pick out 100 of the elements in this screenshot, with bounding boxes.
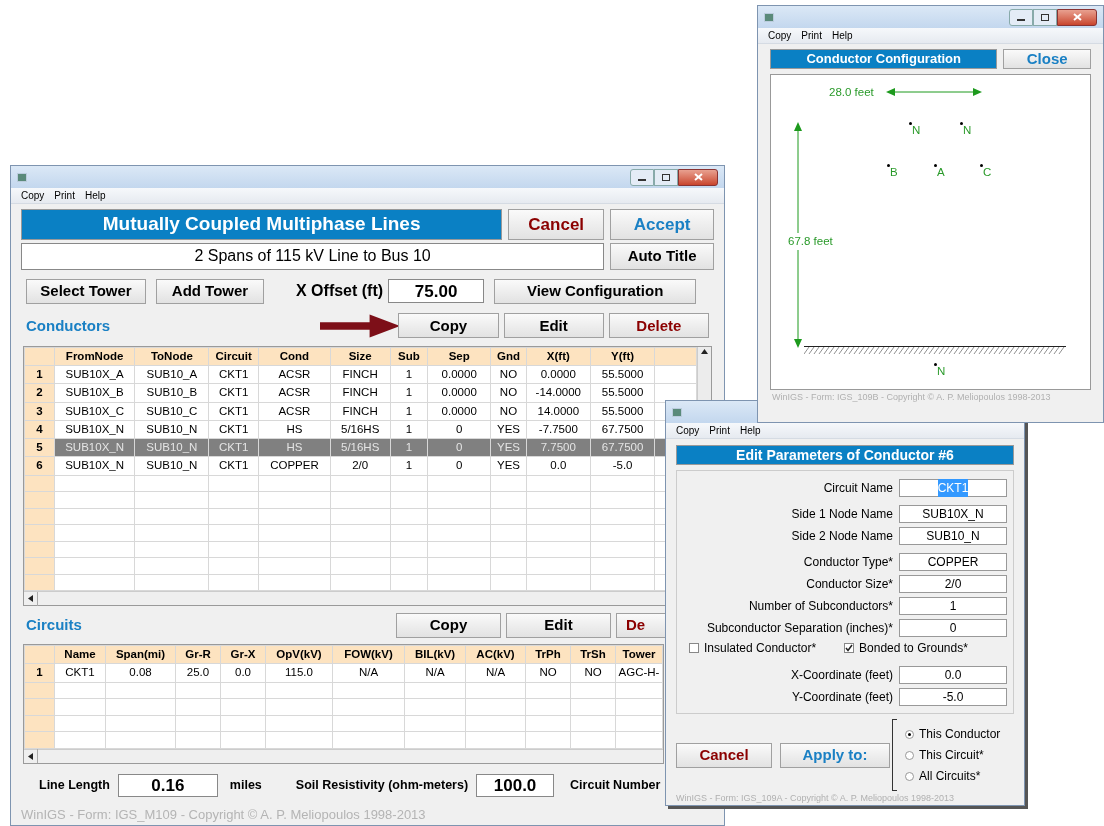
field-label: Side 2 Node Name xyxy=(791,527,893,545)
table-row[interactable]: 1 CKT1 0.08 25.0 0.0 115.0 N/A N/A N/A NO NO AGC-H- xyxy=(24,663,663,682)
column-header[interactable]: Size xyxy=(330,347,391,366)
bracket-drawing xyxy=(892,719,897,791)
conductor-label: N xyxy=(963,125,972,137)
input-field[interactable]: 1 xyxy=(899,596,1007,615)
table-cell: -5.0 xyxy=(590,456,655,476)
input-field[interactable]: COPPER xyxy=(899,552,1007,571)
input-field[interactable]: SUB10X_N xyxy=(899,504,1007,523)
menu-item[interactable]: Print xyxy=(709,423,730,438)
column-header[interactable]: FromNode xyxy=(54,347,135,366)
column-header[interactable]: TrPh xyxy=(525,645,571,664)
menu-item[interactable]: Copy xyxy=(676,423,700,438)
table-cell: CKT1 xyxy=(208,383,259,403)
table-action-button[interactable]: Delete xyxy=(608,313,709,339)
column-header[interactable]: Tower xyxy=(615,645,663,664)
cancel-button[interactable]: Cancel xyxy=(508,209,605,240)
menu-item[interactable]: Copy xyxy=(21,188,45,203)
table-cell: ACSR xyxy=(258,402,331,421)
column-header[interactable]: FOW(kV) xyxy=(332,645,405,664)
column-header[interactable]: Gr-X xyxy=(220,645,266,664)
table-cell: 55.5000 xyxy=(590,402,655,421)
x-offset-field[interactable]: 75.00 xyxy=(388,279,485,304)
column-header[interactable]: Cond xyxy=(258,347,331,366)
scroll-left-icon xyxy=(28,752,33,760)
radio-button[interactable] xyxy=(905,729,914,739)
table-cell: SUB10X_N xyxy=(54,420,135,439)
checkbox[interactable] xyxy=(689,643,699,653)
input-field[interactable]: 0 xyxy=(899,618,1007,637)
add-tower-button[interactable]: Add Tower xyxy=(156,278,264,304)
column-header[interactable]: OpV(kV) xyxy=(265,645,333,664)
checkbox-label: Bonded to Grounds* xyxy=(859,640,968,657)
soil-resistivity-field[interactable]: 100.0 xyxy=(476,774,555,797)
table-cell: 0 xyxy=(427,420,491,439)
input-field[interactable]: 0.0 xyxy=(899,665,1007,684)
close-button[interactable] xyxy=(1057,8,1097,26)
form-title: Edit Parameters of Conductor #6 xyxy=(676,445,1014,465)
checkbox[interactable] xyxy=(844,643,855,653)
input-field[interactable]: 2/0 xyxy=(899,574,1007,593)
table-cell: CKT1 xyxy=(54,663,106,682)
column-header[interactable]: Sep xyxy=(427,347,491,366)
table-cell: 55.5000 xyxy=(590,365,655,384)
minimize-button[interactable] xyxy=(630,168,654,186)
column-header[interactable]: BIL(kV) xyxy=(404,645,466,664)
cancel-button[interactable]: Cancel xyxy=(676,742,772,768)
apply-button[interactable]: Apply to: xyxy=(780,742,890,768)
table-cell: YES xyxy=(490,420,527,439)
input-field[interactable]: -5.0 xyxy=(899,687,1007,706)
close-window-button[interactable]: Close xyxy=(1003,49,1091,69)
column-header[interactable]: Y(ft) xyxy=(590,347,655,366)
accept-button[interactable]: Accept xyxy=(610,209,714,240)
menu-item[interactable]: Help xyxy=(739,423,761,438)
table-cell: 1 xyxy=(390,365,428,384)
table-action-button[interactable]: Edit xyxy=(503,313,604,339)
table-cell: YES xyxy=(490,456,527,476)
radio-button[interactable] xyxy=(905,771,914,781)
field-value: 0 xyxy=(949,619,957,637)
unit-label: miles xyxy=(229,777,262,795)
menu-item[interactable]: Copy xyxy=(768,28,792,43)
column-header[interactable]: Gr-R xyxy=(175,645,221,664)
input-field[interactable]: SUB10_N xyxy=(899,526,1007,545)
menu-item[interactable]: Print xyxy=(54,188,75,203)
column-header[interactable]: Circuit xyxy=(208,347,259,366)
menu-item[interactable]: Help xyxy=(831,28,853,43)
conductor-label: B xyxy=(890,167,898,179)
close-button[interactable] xyxy=(678,168,718,186)
table-cell: NO xyxy=(490,383,527,403)
maximize-button[interactable] xyxy=(654,168,678,186)
title-field[interactable]: 2 Spans of 115 kV Line to Bus 10 xyxy=(21,242,605,270)
table-row[interactable]: 1 SUB10X_A SUB10_A CKT1 ACSR FINCH 1 0.0000 NO 0.0000 55.5000 xyxy=(24,365,697,384)
table-row[interactable]: 2 SUB10X_B SUB10_B CKT1 ACSR FINCH 1 0.0000 NO -14.0000 55.5000 xyxy=(24,383,697,403)
table-cell: NO xyxy=(525,663,571,682)
auto-title-button[interactable]: Auto Title xyxy=(610,242,714,270)
section-heading: Circuits xyxy=(26,614,82,635)
menu-item[interactable]: Help xyxy=(84,188,106,203)
table-cell: 1 xyxy=(390,383,428,403)
select-tower-button[interactable]: Select Tower xyxy=(26,278,146,304)
column-header[interactable]: Name xyxy=(54,645,106,664)
line-length-field[interactable]: 0.16 xyxy=(117,774,218,797)
column-header[interactable]: Gnd xyxy=(490,347,527,366)
maximize-icon xyxy=(662,173,670,181)
table-cell: NO xyxy=(490,365,527,384)
column-header[interactable]: TrSh xyxy=(570,645,616,664)
table-action-button[interactable]: Copy xyxy=(396,612,501,638)
field-label: Subconductor Separation (inches)* xyxy=(706,619,893,637)
column-header[interactable]: ToNode xyxy=(135,347,209,366)
column-header[interactable]: AC(kV) xyxy=(465,645,526,664)
maximize-button[interactable] xyxy=(1033,8,1057,26)
column-header[interactable]: Span(mi) xyxy=(105,645,176,664)
table-cell: 1 xyxy=(390,438,428,457)
table-cell: 14.0000 xyxy=(526,402,591,421)
table-action-button[interactable]: Edit xyxy=(506,612,611,638)
column-header[interactable]: X(ft) xyxy=(526,347,591,366)
close-icon xyxy=(1072,13,1082,21)
minimize-button[interactable] xyxy=(1009,8,1033,26)
view-configuration-button[interactable]: View Configuration xyxy=(494,278,697,304)
column-header[interactable]: Sub xyxy=(390,347,428,366)
radio-button[interactable] xyxy=(905,750,914,760)
menu-item[interactable]: Print xyxy=(801,28,822,43)
table-action-button[interactable]: Copy xyxy=(398,313,499,339)
